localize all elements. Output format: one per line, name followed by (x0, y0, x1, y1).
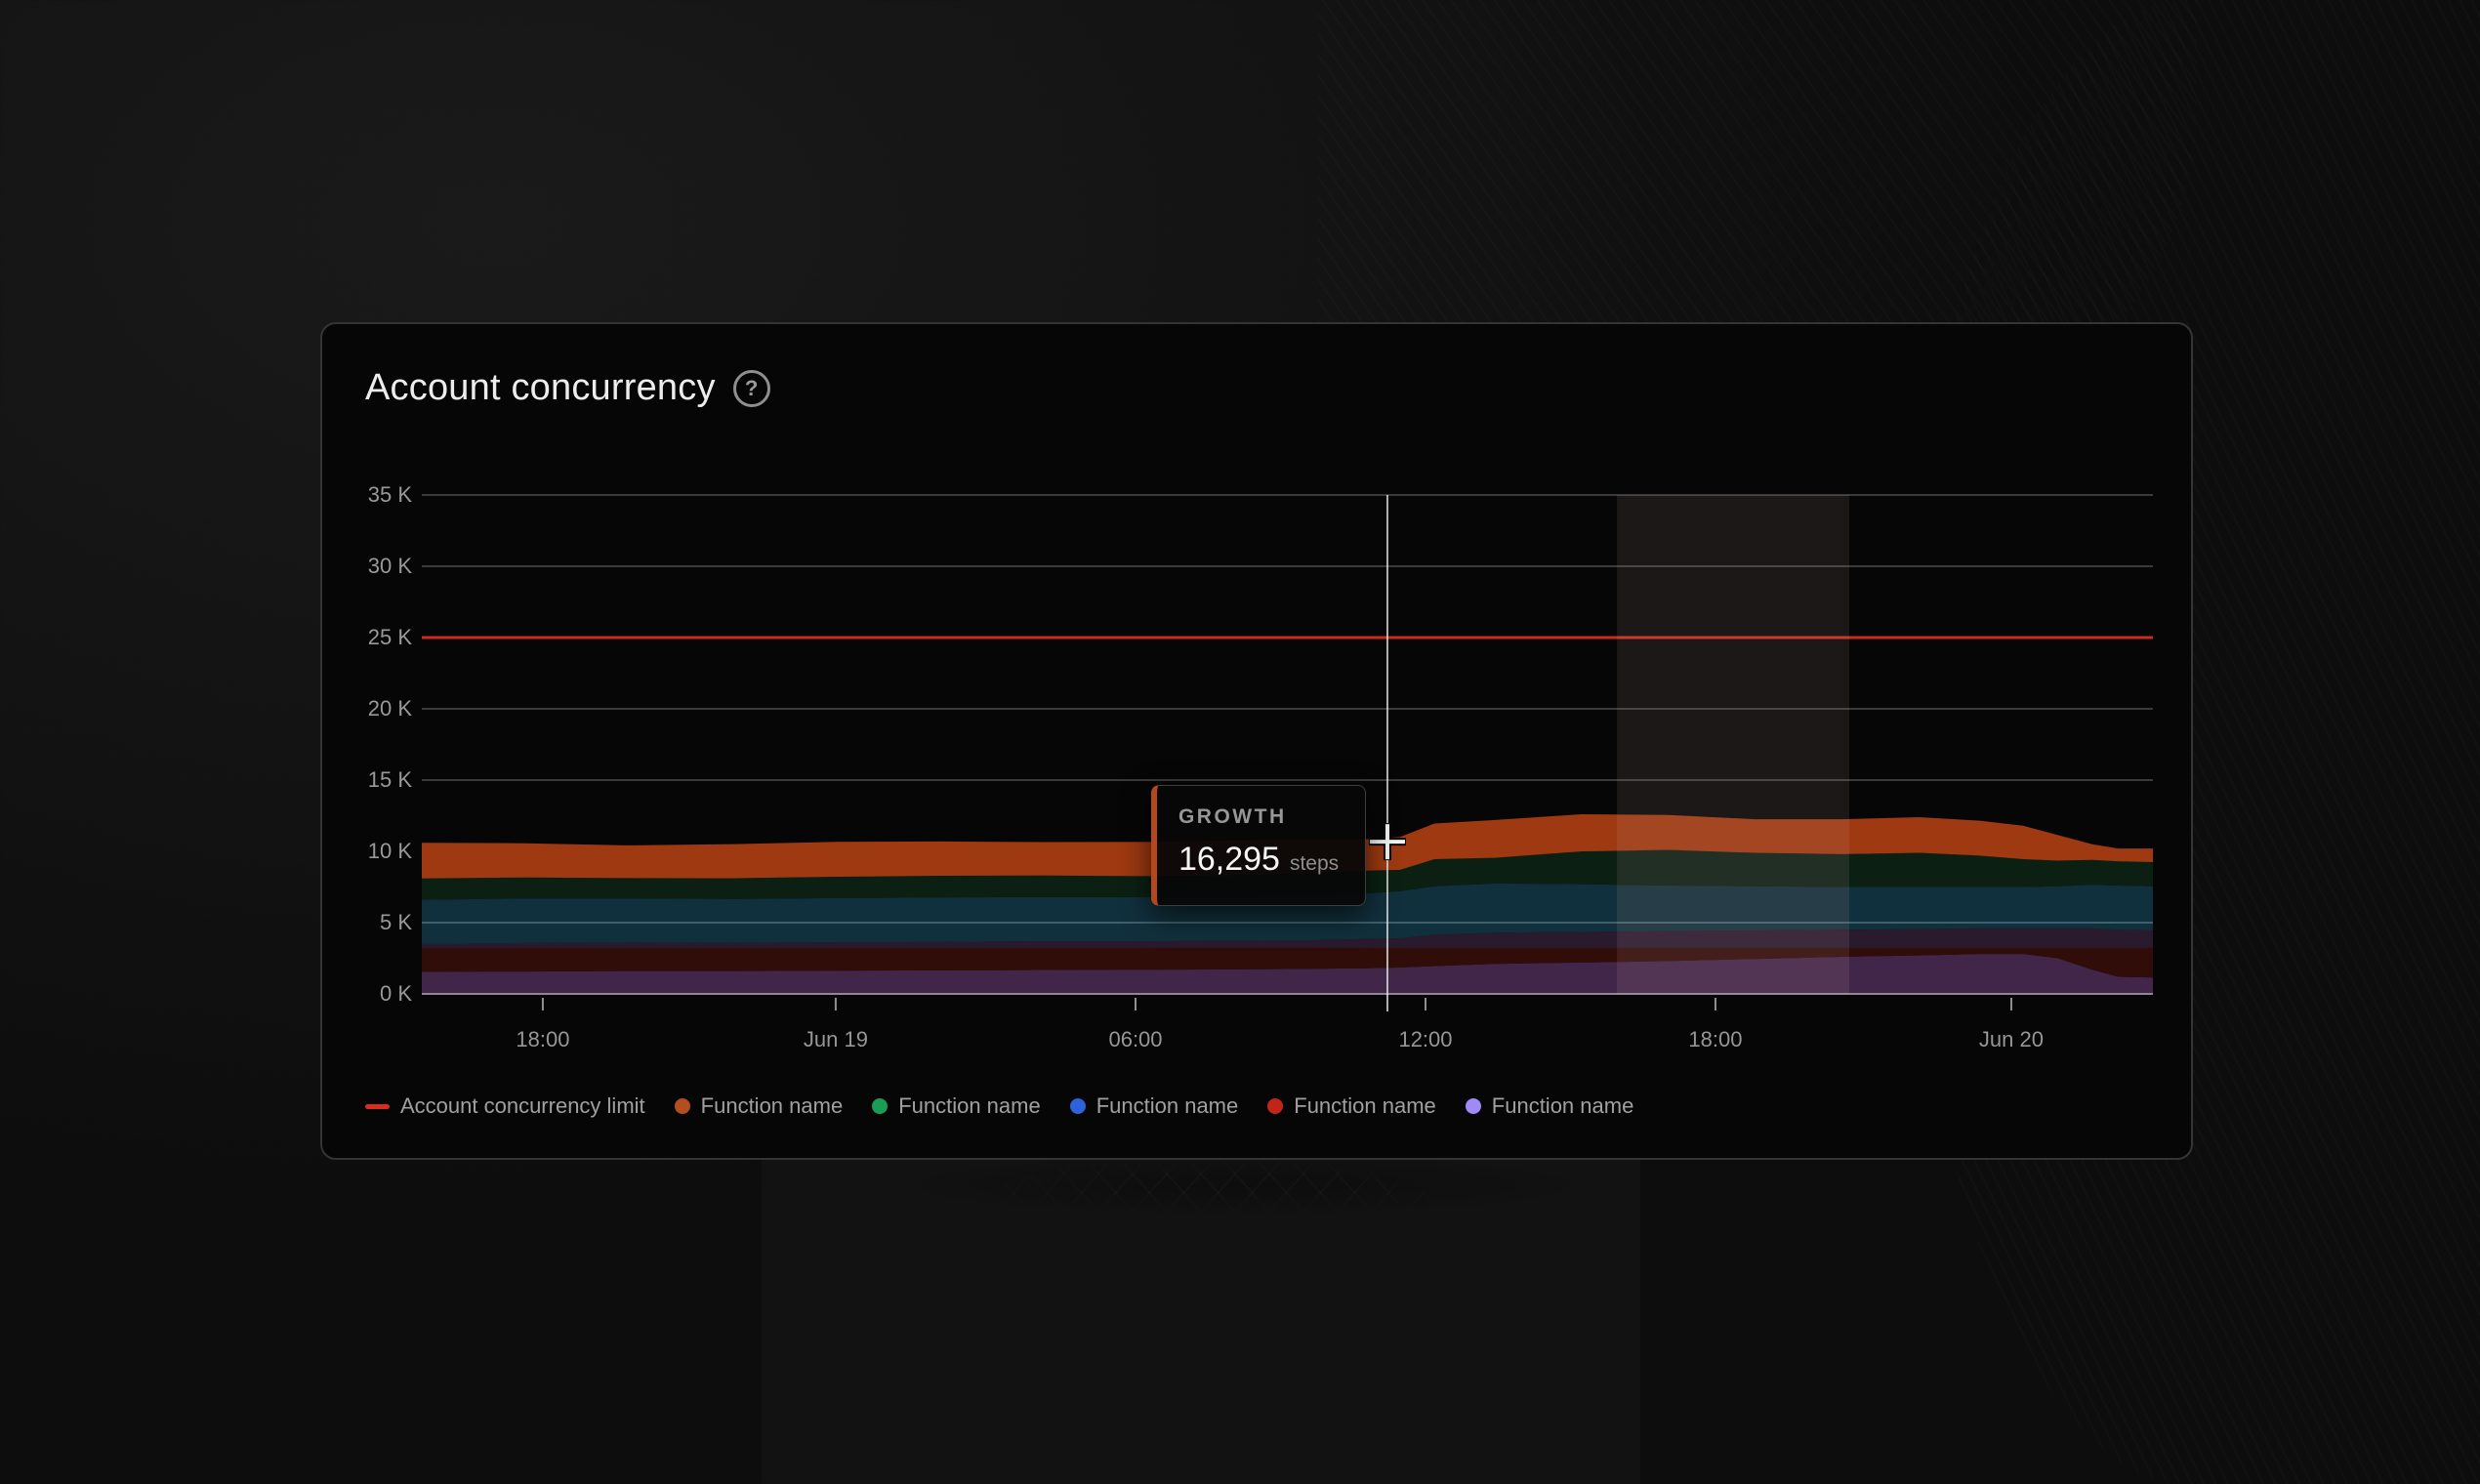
legend-item-function[interactable]: Function name (872, 1093, 1041, 1119)
legend-label: Function name (1294, 1093, 1436, 1118)
legend-dot-icon (1069, 1098, 1086, 1114)
plot-area[interactable] (422, 494, 2153, 1011)
x-tick-label: Jun 19 (803, 1027, 868, 1051)
y-tick-label: 5 K (379, 910, 412, 934)
legend-dot-icon (1267, 1098, 1284, 1114)
legend-label: Function name (898, 1093, 1041, 1118)
x-tick-label: 18:00 (516, 1027, 570, 1051)
x-tick-label: 12:00 (1398, 1027, 1453, 1051)
legend-dot-icon (1465, 1098, 1481, 1114)
x-tick-label: 18:00 (1688, 1027, 1743, 1051)
tooltip-unit: steps (1289, 852, 1340, 875)
tooltip-series-label: GROWTH (1178, 805, 1287, 828)
legend-item-function[interactable]: Function name (1069, 1093, 1239, 1119)
legend-label: Function name (1491, 1093, 1634, 1118)
y-tick-label: 0 K (379, 981, 412, 1006)
legend-dot-icon (674, 1098, 690, 1114)
chart-legend: Account concurrency limit Function name Fu… (365, 1093, 1633, 1119)
legend-label: Account concurrency limit (400, 1093, 645, 1118)
y-tick-label: 10 K (367, 839, 412, 863)
y-tick-label: 15 K (367, 767, 412, 792)
concurrency-chart: 0 K 5 K 10 K 15 K 20 K 25 K 30 K 35 K 18:00 Jun … (322, 324, 2191, 1158)
tooltip-value: 16,295 (1178, 841, 1280, 878)
chart-tooltip: GROWTH 16,295 steps (1150, 785, 1366, 906)
legend-dash-icon (365, 1103, 390, 1109)
legend-item-limit[interactable]: Account concurrency limit (365, 1093, 645, 1119)
account-concurrency-card: Account concurrency ? 0 K5 K 10 K 15 K 20 K… (320, 322, 2193, 1160)
x-tick-label: Jun 20 (1978, 1027, 2044, 1051)
legend-item-function[interactable]: Function name (1267, 1093, 1436, 1119)
legend-item-function[interactable]: Function name (1465, 1093, 1634, 1119)
y-tick-label: 20 K (367, 696, 412, 721)
background-mesh-pattern (762, 1152, 1640, 1484)
legend-dot-icon (872, 1098, 889, 1114)
x-tick-label: 06:00 (1108, 1027, 1163, 1051)
legend-label: Function name (1095, 1093, 1239, 1118)
y-tick-label: 35 K (367, 482, 412, 507)
legend-item-function[interactable]: Function name (674, 1093, 844, 1119)
legend-label: Function name (700, 1093, 844, 1118)
y-tick-label: 30 K (367, 554, 412, 578)
y-tick-label: 25 K (367, 625, 412, 649)
